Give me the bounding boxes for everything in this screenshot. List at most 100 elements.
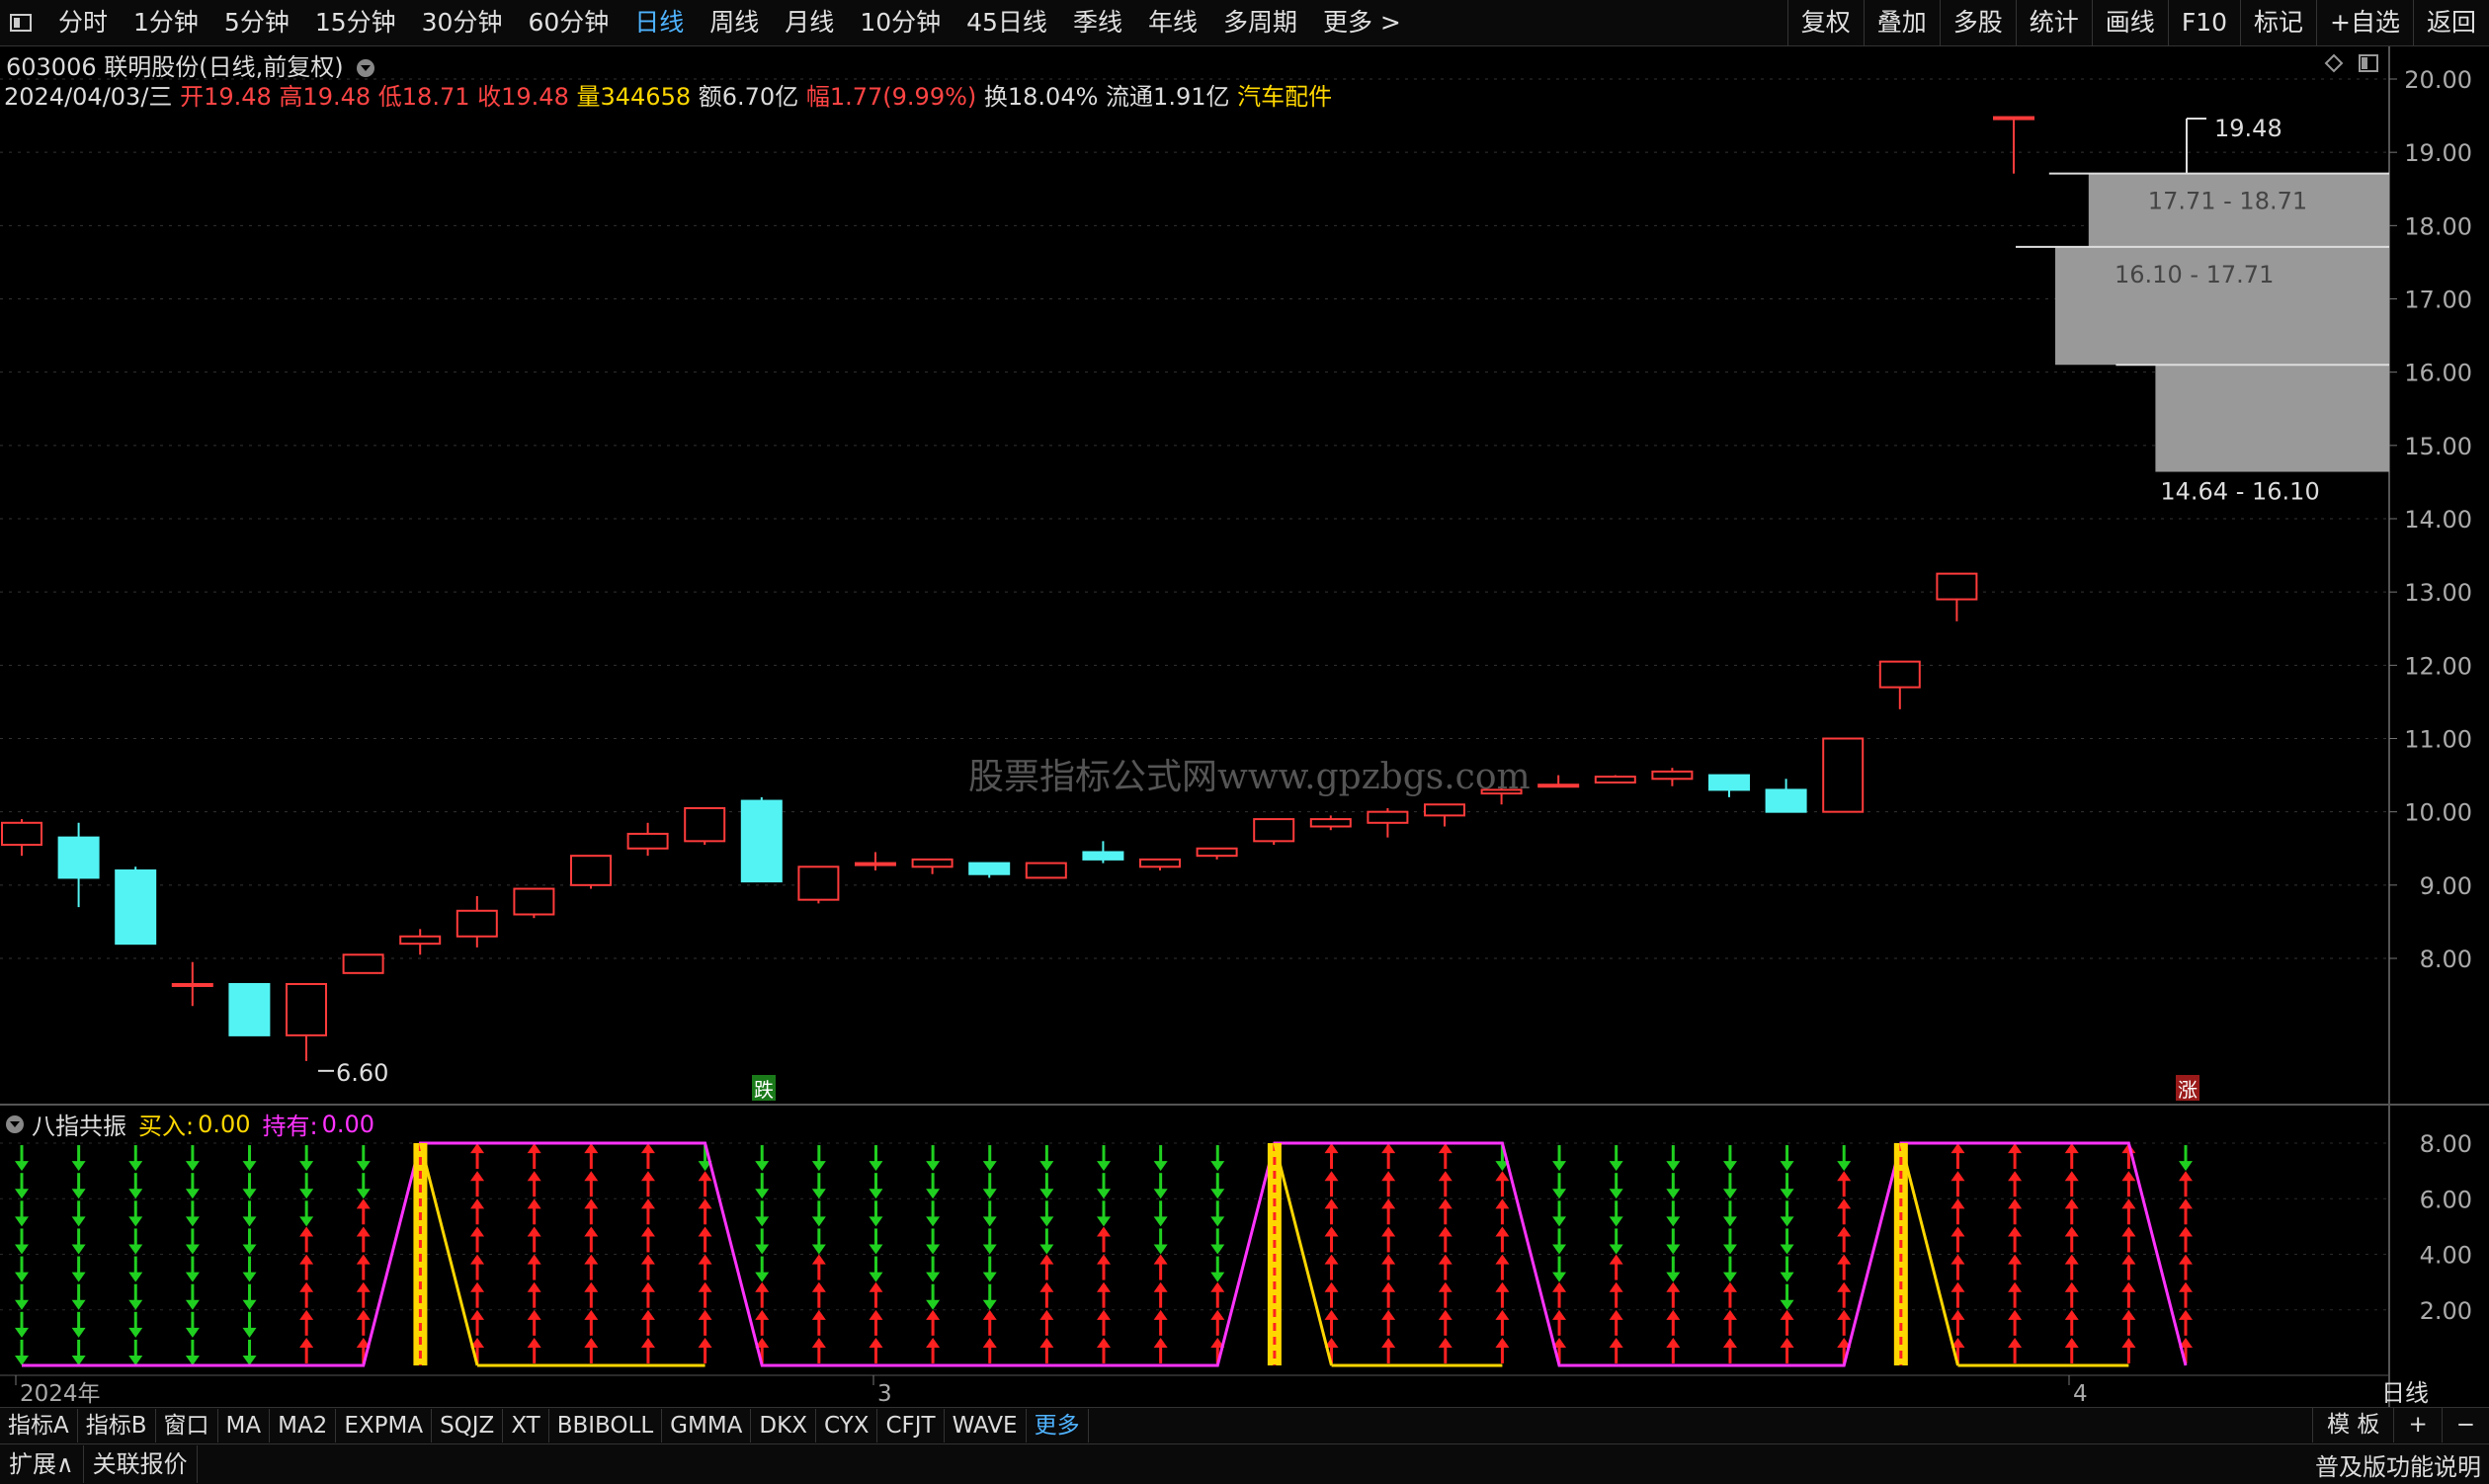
period-tab-6[interactable]: 日线	[622, 0, 697, 45]
price-axis-label: 17.00	[2404, 287, 2472, 314]
indicator-tab-10[interactable]: DKX	[751, 1409, 816, 1443]
toolbar-button-5[interactable]: F10	[2167, 0, 2240, 45]
toolbar-button-3[interactable]: 统计	[2015, 0, 2092, 45]
up-arrow-head	[1381, 1254, 1396, 1265]
period-tab-14[interactable]: 更多 >	[1310, 0, 1414, 45]
down-arrow-head	[1210, 1244, 1225, 1255]
up-arrow-head	[1722, 1281, 1737, 1292]
indicator-tab-6[interactable]: SQJZ	[432, 1409, 504, 1443]
candle-body	[1708, 774, 1750, 791]
candle-body	[1594, 776, 1636, 783]
change-value: 1.77(9.99%)	[829, 83, 977, 111]
period-tab-5[interactable]: 60分钟	[515, 0, 622, 45]
period-tab-11[interactable]: 季线	[1060, 0, 1135, 45]
indicator-tab-1[interactable]: 指标B	[78, 1409, 156, 1443]
period-label: 日线	[2381, 1379, 2429, 1407]
toolbar-button-6[interactable]: 标记	[2240, 0, 2316, 45]
up-arrow-head	[1039, 1337, 1054, 1348]
candle-body	[399, 935, 442, 946]
up-arrow-head	[1097, 1226, 1111, 1237]
template-button-0[interactable]: 模 板	[2312, 1407, 2393, 1443]
low-label: 6.60	[336, 1059, 388, 1087]
candle-body	[1139, 858, 1181, 868]
indicator-tab-12[interactable]: CFJT	[877, 1409, 945, 1443]
down-arrow-head	[185, 1216, 200, 1227]
indicator-tab-14[interactable]: 更多	[1027, 1409, 1089, 1443]
up-arrow-head	[640, 1198, 655, 1209]
up-arrow-head	[1495, 1198, 1510, 1209]
period-tab-4[interactable]: 30分钟	[409, 0, 516, 45]
window-toggle-icon[interactable]	[10, 14, 32, 32]
period-tab-2[interactable]: 5分钟	[211, 0, 302, 45]
up-arrow-head	[1780, 1337, 1794, 1348]
indicator-tab-11[interactable]: CYX	[816, 1409, 878, 1443]
down-arrow-head	[1153, 1161, 1168, 1172]
down-arrow-head	[1609, 1244, 1623, 1255]
up-arrow-head	[1153, 1309, 1168, 1320]
period-tab-9[interactable]: 10分钟	[847, 0, 954, 45]
up-arrow-head	[1097, 1281, 1111, 1292]
up-arrow-head	[1438, 1171, 1452, 1182]
down-arrow-head	[71, 1216, 86, 1227]
toolbar-button-1[interactable]: 叠加	[1863, 0, 1940, 45]
toolbar-button-8[interactable]: 返回	[2412, 0, 2489, 45]
down-arrow-head	[242, 1189, 257, 1199]
period-tab-3[interactable]: 15分钟	[302, 0, 409, 45]
period-tab-13[interactable]: 多周期	[1210, 0, 1310, 45]
toolbar-button-7[interactable]: +自选	[2316, 0, 2413, 45]
period-tab-10[interactable]: 45日线	[954, 0, 1060, 45]
up-arrow-head	[698, 1171, 712, 1182]
up-arrow-head	[1153, 1281, 1168, 1292]
indicator-tab-5[interactable]: EXPMA	[336, 1409, 433, 1443]
up-arrow-head	[356, 1198, 371, 1209]
indicator-tab-4[interactable]: MA2	[270, 1409, 337, 1443]
indicator-menu-icon[interactable]	[6, 1114, 24, 1133]
dropdown-icon[interactable]	[357, 59, 375, 77]
down-arrow-head	[71, 1327, 86, 1338]
toolbar-button-4[interactable]: 画线	[2091, 0, 2168, 45]
template-button-2[interactable]: −	[2441, 1407, 2489, 1443]
status-button-1[interactable]: 关联报价	[84, 1445, 198, 1483]
low-value: 18.71	[401, 83, 470, 111]
period-tab-12[interactable]: 年线	[1135, 0, 1210, 45]
open-value: 19.48	[204, 83, 272, 111]
down-arrow-head	[71, 1355, 86, 1365]
period-tab-7[interactable]: 周线	[697, 0, 772, 45]
main-chart[interactable]: 20.00 19.00 18.00 17.00 16.00 15.00 14.00 13.00…	[0, 0, 2489, 1483]
indicator-tab-3[interactable]: MA	[218, 1409, 271, 1443]
up-arrow-head	[1495, 1254, 1510, 1265]
indicator-tab-9[interactable]: GMMA	[662, 1409, 752, 1443]
price-axis-label: 10.00	[2404, 799, 2472, 827]
template-button-1[interactable]: +	[2393, 1407, 2441, 1443]
indicator-title[interactable]: 八指共振 买入: 0.00 持有: 0.00	[6, 1107, 374, 1141]
up-arrow-head	[755, 1309, 770, 1320]
up-arrow-head	[2064, 1198, 2079, 1209]
indicator-tab-0[interactable]: 指标A	[0, 1409, 78, 1443]
candle-body	[626, 832, 669, 850]
up-arrow-head	[1950, 1143, 1965, 1154]
sector-value[interactable]: 汽车配件	[1237, 83, 1332, 111]
up-arrow-head	[698, 1281, 712, 1292]
up-arrow-head	[1438, 1143, 1452, 1154]
period-tab-0[interactable]: 分时	[45, 0, 121, 45]
indicator-tab-13[interactable]: WAVE	[945, 1409, 1027, 1443]
up-arrow-head	[1950, 1309, 1965, 1320]
period-tab-8[interactable]: 月线	[772, 0, 847, 45]
down-arrow-head	[926, 1244, 941, 1255]
indicator-tab-2[interactable]: 窗口	[156, 1409, 218, 1443]
down-arrow-head	[2179, 1161, 2193, 1172]
up-arrow-head	[527, 1198, 541, 1209]
candle-body	[228, 982, 271, 1036]
status-button-0[interactable]: 扩展∧	[0, 1445, 84, 1483]
indicator-tab-7[interactable]: XT	[503, 1409, 549, 1443]
period-tab-1[interactable]: 1分钟	[121, 0, 211, 45]
down-arrow-head	[242, 1272, 257, 1282]
help-link[interactable]: 普及版功能说明	[2315, 1447, 2481, 1482]
toolbar-button-2[interactable]: 多股	[1939, 0, 2016, 45]
up-arrow-head	[1381, 1226, 1396, 1237]
indicator-tab-8[interactable]: BBIBOLL	[549, 1409, 663, 1443]
indicator-name[interactable]: 八指共振	[32, 1107, 126, 1141]
up-arrow-head	[640, 1254, 655, 1265]
toolbar-button-0[interactable]: 复权	[1786, 0, 1864, 45]
up-arrow-head	[640, 1337, 655, 1348]
